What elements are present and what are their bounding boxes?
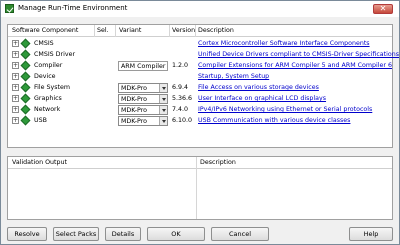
header-validation-description[interactable]: Description [200,159,236,167]
variant-dropdown[interactable]: MDK-Pro [118,94,168,104]
variant-dropdown[interactable]: MDK-Pro [118,116,168,126]
column-divider [115,25,116,37]
component-name: Compiler [34,62,63,69]
table-row[interactable]: + Device Startup, System Setup [8,71,392,82]
component-name: CMSIS Driver [34,51,76,58]
chevron-down-icon[interactable] [159,106,167,114]
expand-icon[interactable]: + [12,95,19,102]
component-name: File System [34,84,71,91]
component-gem-icon [20,60,31,71]
version-value: 7.4.0 [172,106,189,113]
close-button[interactable]: ✕ [373,4,393,14]
description-link[interactable]: USB Communication with various device cl… [198,117,350,125]
expand-icon[interactable]: + [12,84,19,91]
variant-value: MDK-Pro [121,85,148,92]
resolve-button[interactable]: Resolve [7,227,47,241]
variant-dropdown[interactable]: MDK-Pro [118,105,168,115]
expand-icon[interactable]: + [12,62,19,69]
select-packs-button[interactable]: Select Packs [53,227,99,241]
version-value: 1.2.0 [172,62,189,69]
title-bar: Manage Run-Time Environment ✕ [1,1,399,17]
component-gem-icon [20,49,31,60]
version-value: 6.9.4 [172,84,189,91]
description-link[interactable]: Startup, System Setup [198,73,269,81]
component-name: Graphics [34,95,62,102]
variant-value: MDK-Pro [121,118,148,125]
help-button[interactable]: Help [349,227,393,241]
variant-value: MDK-Pro [121,96,148,103]
variant-field[interactable]: ARM Compiler [118,61,168,71]
details-button[interactable]: Details [105,227,141,241]
component-gem-icon [20,104,31,115]
version-value: 5.36.6 [172,95,193,102]
rte-dialog: Manage Run-Time Environment ✕ Software C… [0,0,400,245]
column-divider [196,157,197,219]
expand-icon[interactable]: + [12,73,19,80]
component-table: Software Component Sel. Variant Version … [7,24,399,148]
table-row[interactable]: + CMSIS Cortex Microcontroller Software … [8,38,392,49]
description-link[interactable]: File Access on various storage devices [198,84,319,92]
component-gem-icon [20,115,31,126]
header-variant[interactable]: Variant [119,27,141,35]
table-row[interactable]: + USB MDK-Pro 6.10.0 USB Communication w… [8,115,392,126]
header-sel[interactable]: Sel. [97,27,109,35]
ok-button[interactable]: OK [147,227,205,241]
table-row[interactable]: + Network MDK-Pro 7.4.0 IPv4/IPv6 Networ… [8,104,392,115]
rte-app-icon [5,4,14,13]
component-name: Device [34,73,56,80]
variant-value: ARM Compiler [121,63,166,70]
header-validation-output[interactable]: Validation Output [12,159,67,167]
variant-dropdown[interactable]: MDK-Pro [118,83,168,93]
expand-icon[interactable]: + [12,106,19,113]
column-divider [195,25,196,37]
description-link[interactable]: User Interface on graphical LCD displays [198,95,326,103]
description-link[interactable]: Compiler Extensions for ARM Compiler 5 a… [198,62,392,70]
component-name: CMSIS [34,40,54,47]
column-divider [169,25,170,37]
window-title: Manage Run-Time Environment [18,4,128,12]
header-software-component[interactable]: Software Component [12,27,78,35]
table-row[interactable]: + Graphics MDK-Pro 5.36.6 User Interface… [8,93,392,104]
table-row[interactable]: + CMSIS Driver Unified Device Drivers co… [8,49,399,60]
description-link[interactable]: Cortex Microcontroller Software Interfac… [198,40,370,48]
component-name: USB [34,117,47,124]
table-row[interactable]: + Compiler ARM Compiler 1.2.0 Compiler E… [8,60,392,71]
expand-icon[interactable]: + [12,51,19,58]
chevron-down-icon[interactable] [159,117,167,125]
component-gem-icon [20,71,31,82]
header-version[interactable]: Version [172,27,195,35]
column-divider [94,25,95,37]
description-link[interactable]: IPv4/IPv6 Networking using Ethernet or S… [198,106,372,114]
expand-icon[interactable]: + [12,117,19,124]
description-link[interactable]: Unified Device Drivers compliant to CMSI… [198,51,399,59]
variant-value: MDK-Pro [121,107,148,114]
component-name: Network [34,106,61,113]
component-gem-icon [20,82,31,93]
cancel-button[interactable]: Cancel [211,227,269,241]
validation-panel: Validation Output Description [7,156,393,220]
chevron-down-icon[interactable] [159,95,167,103]
component-gem-icon [20,38,31,49]
validation-header: Validation Output Description [8,157,392,169]
chevron-down-icon[interactable] [159,84,167,92]
table-header: Software Component Sel. Variant Version … [8,25,392,37]
table-row[interactable]: + File System MDK-Pro 6.9.4 File Access … [8,82,392,93]
version-value: 6.10.0 [172,117,193,124]
expand-icon[interactable]: + [12,40,19,47]
header-description[interactable]: Description [198,27,234,35]
component-gem-icon [20,93,31,104]
